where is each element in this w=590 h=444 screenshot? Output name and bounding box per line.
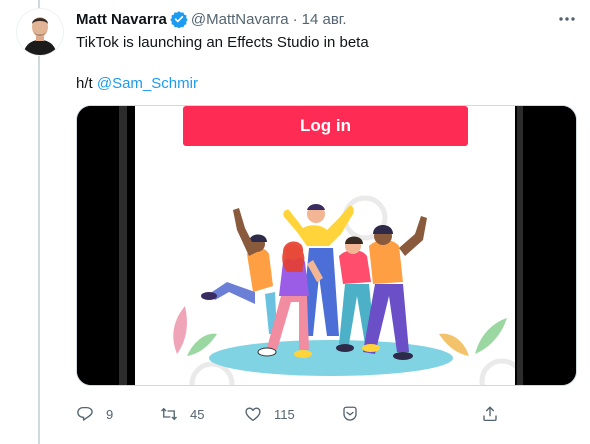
share-button[interactable]: [481, 402, 499, 426]
retweet-icon: [161, 407, 177, 421]
header-separator: ·: [292, 10, 298, 28]
retweet-button[interactable]: 45: [160, 402, 204, 426]
like-count: 115: [274, 406, 295, 422]
mention-link[interactable]: @Sam_Schmir: [97, 75, 198, 92]
share-icon: [483, 406, 497, 422]
reply-count: 9: [106, 406, 114, 422]
revue-button[interactable]: [341, 402, 359, 426]
revue-icon: [343, 406, 357, 421]
retweet-count: 45: [190, 406, 205, 422]
media-screenshot: [77, 106, 576, 385]
tweet-date[interactable]: 14 авг.: [302, 11, 347, 28]
like-button[interactable]: 115: [244, 402, 295, 426]
like-icon: [245, 407, 261, 422]
tweet-media[interactable]: Log in: [76, 105, 577, 386]
reply-button[interactable]: 9: [76, 402, 113, 426]
avatar-image: [17, 9, 63, 55]
tweet-header: Matt Navarra @MattNavarra · 14 авг.: [76, 9, 347, 29]
login-button-label: Log in: [300, 116, 351, 135]
thread-line: [38, 0, 40, 444]
avatar[interactable]: [16, 8, 64, 56]
reply-icon: [77, 406, 93, 421]
credit-prefix: h/t: [76, 75, 93, 92]
author-handle[interactable]: @MattNavarra: [191, 11, 289, 28]
more-icon[interactable]: [556, 8, 578, 30]
tweet-credit: h/t @Sam_Schmir: [76, 74, 198, 94]
tweet-text: TikTok is launching an Effects Studio in…: [76, 34, 369, 51]
action-bar: 9 45 115: [76, 402, 506, 426]
verified-badge-icon: [170, 10, 188, 29]
author-name[interactable]: Matt Navarra: [76, 11, 167, 28]
